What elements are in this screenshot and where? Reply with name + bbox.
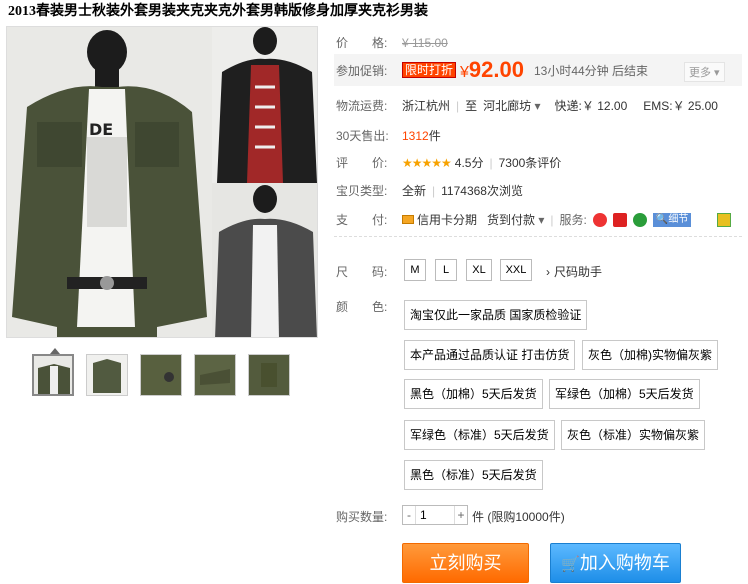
promo-row: 参加促销: 限时打折 ¥92.00 13小时44分钟 后结束 — [336, 57, 648, 83]
ship-from: 浙江杭州 — [402, 99, 451, 113]
promo-label: 参加促销: — [336, 63, 388, 78]
quantity-stepper: - 1 + — [402, 505, 468, 525]
product-main-image[interactable]: DE — [6, 26, 318, 338]
color-row: 颜 色: — [336, 298, 402, 315]
more-promos-button[interactable]: 更多 ▾ — [684, 62, 725, 82]
rating-row: 评 价: ★★★★★ 4.5分 | 7300条评价 — [336, 154, 562, 171]
size-option-xxl[interactable]: XXL — [500, 259, 532, 281]
ship-to: 河北廊坊 — [483, 99, 532, 113]
promo-tag: 限时打折 — [402, 62, 457, 78]
detail-label: 细节 — [668, 213, 689, 225]
chevron-down-icon: ▾ — [534, 99, 541, 113]
size-helper-link[interactable]: › 尺码助手 — [546, 263, 602, 280]
promo-price: ¥92.00 — [460, 57, 524, 83]
thumbnail-5[interactable] — [248, 354, 290, 396]
quantity-limit: 件 (限购10000件) — [472, 510, 565, 524]
cart-icon: 🛒 — [561, 556, 580, 573]
shipping-label: 物流运费: — [336, 99, 388, 113]
payment-label: 支 付: — [336, 213, 388, 227]
divider — [334, 236, 742, 237]
thumbnail-4[interactable] — [194, 354, 236, 396]
color-option[interactable]: 灰色（加棉)实物偏灰紫 — [582, 340, 718, 370]
color-option[interactable]: 军绿色（加棉）5天后发货 — [549, 379, 700, 409]
quantity-label: 购买数量: — [336, 510, 388, 524]
color-option[interactable]: 本产品通过品质认证 打击仿货 — [404, 340, 576, 370]
sales-count: 1312 — [402, 128, 429, 143]
ems-fee: EMS:￥ 25.00 — [643, 99, 718, 113]
size-row: 尺 码: — [336, 263, 402, 280]
credit-card-icon — [402, 215, 414, 224]
rating-score: 4.5分 — [454, 156, 484, 170]
promo-price-value: 92.00 — [468, 57, 524, 82]
original-price: ¥ 115.00 — [402, 35, 448, 50]
thumbnail-2[interactable] — [86, 354, 128, 396]
credit-installment[interactable]: 信用卡分期 — [417, 211, 477, 228]
size-helper-label: 尺码助手 — [554, 265, 603, 279]
product-title: 2013春装男士秋装外套男装夹克夹克外套男韩版修身加厚夹克衫男装 — [8, 4, 428, 18]
quantity-input[interactable]: 1 — [416, 506, 454, 524]
svg-text:DE: DE — [89, 120, 113, 139]
promo-countdown: 13小时44分钟 后结束 — [533, 63, 649, 78]
seven-day-return-icon[interactable] — [592, 212, 607, 227]
more-label: 更多 — [689, 67, 711, 79]
guarantee-icon[interactable] — [612, 212, 627, 227]
buy-now-button[interactable]: 立刻购买 — [402, 543, 529, 583]
chevron-right-icon: › — [546, 264, 550, 279]
quality-icon[interactable] — [632, 212, 647, 227]
rating-label: 评 价: — [336, 156, 388, 170]
shipping-row: 物流运费: 浙江杭州 | 至 河北廊坊 ▾ 快递:￥ 12.00 EMS:￥ 2… — [336, 97, 718, 114]
ship-to-prefix: 至 — [465, 99, 478, 113]
quantity-decrease-button[interactable]: - — [403, 506, 416, 524]
detail-badge[interactable]: 🔍细节 — [652, 212, 692, 227]
item-type-row: 宝贝类型: 全新 | 1174368次浏览 — [336, 183, 523, 199]
color-option[interactable]: 灰色（标准）实物偏灰紫 — [561, 420, 706, 450]
add-cart-label: 加入购物车 — [579, 553, 670, 573]
size-option-l[interactable]: L — [435, 259, 457, 281]
currency-symbol: ¥ — [460, 64, 469, 81]
size-label: 尺 码: — [336, 265, 388, 279]
color-option[interactable]: 黑色（标准）5天后发货 — [404, 460, 543, 490]
thumbnail-1[interactable] — [32, 354, 74, 396]
color-option[interactable]: 淘宝仅此一家品质 国家质检验证 — [404, 300, 588, 330]
cod-label: 货到付款 — [487, 213, 536, 227]
color-label: 颜 色: — [336, 300, 388, 314]
thumbnail-3[interactable] — [140, 354, 182, 396]
chevron-down-icon: ▾ — [538, 213, 545, 227]
price-label: 价 格: — [336, 36, 388, 50]
color-option[interactable]: 军绿色（标准）5天后发货 — [404, 420, 555, 450]
item-type-label: 宝贝类型: — [336, 184, 388, 198]
sales-label: 30天售出: — [336, 129, 389, 143]
color-option[interactable]: 黑色（加棉）5天后发货 — [404, 379, 543, 409]
ship-to-select[interactable]: 河北廊坊 ▾ — [483, 97, 540, 114]
view-count: 1174368次浏览 — [441, 184, 523, 198]
review-count-link[interactable]: 7300条评价 — [499, 154, 562, 171]
cod-option[interactable]: 货到付款 ▾ — [487, 211, 544, 228]
thumbnail-list — [32, 354, 302, 396]
quantity-increase-button[interactable]: + — [454, 506, 467, 524]
sales-row: 30天售出: 1312 件 — [336, 127, 441, 144]
item-condition: 全新 — [402, 184, 427, 198]
service-label: 服务: — [559, 213, 587, 227]
size-option-m[interactable]: M — [404, 259, 426, 281]
price-row: 价 格: ¥ 115.00 — [336, 34, 448, 51]
express-fee: 快递:￥ 12.00 — [554, 99, 628, 113]
add-to-cart-button[interactable]: 🛒加入购物车 — [550, 543, 681, 583]
sales-unit: 件 — [428, 129, 441, 143]
star-rating-icon: ★★★★★ — [402, 155, 452, 170]
share-icon[interactable] — [717, 212, 732, 227]
payment-row: 支 付: 信用卡分期 货到付款 ▾ | 服务: 🔍细节 — [336, 211, 732, 228]
size-option-xl[interactable]: XL — [466, 259, 492, 281]
quantity-row: 购买数量: — [336, 508, 402, 525]
